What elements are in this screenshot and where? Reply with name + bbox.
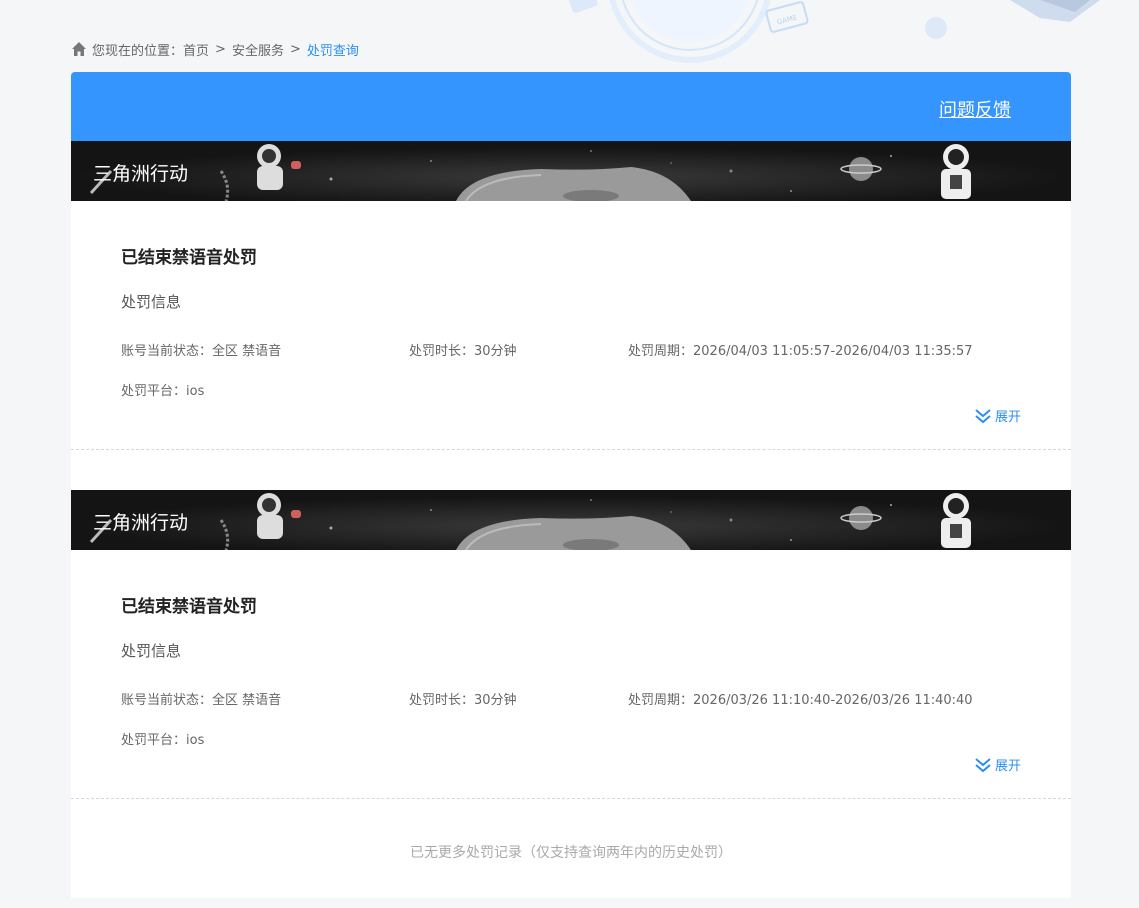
game-name: 三角洲行动 bbox=[93, 512, 189, 534]
penalty-duration: 处罚时长：30分钟 bbox=[409, 693, 517, 708]
account-status: 账号当前状态：全区 禁语音 bbox=[121, 344, 282, 359]
account-status: 账号当前状态：全区 禁语音 bbox=[121, 693, 282, 708]
breadcrumb-prefix: 您现在的位置： bbox=[92, 43, 184, 59]
home-icon bbox=[72, 42, 86, 56]
penalty-duration: 处罚时长：30分钟 bbox=[409, 344, 517, 359]
record-body: 已结束禁语音处罚 处罚信息 账号当前状态：全区 禁语音 处罚时长：30分钟 处罚… bbox=[71, 550, 1071, 799]
space-artwork bbox=[71, 490, 1071, 550]
penalty-platform: 处罚平台：ios bbox=[121, 733, 205, 748]
expand-label: 展开 bbox=[994, 759, 1021, 774]
record-title: 已结束禁语音处罚 bbox=[121, 248, 257, 268]
penalty-panel: 问题反馈 三角洲行动 已结束禁语音处罚 处罚信息 账号当前状态：全区 禁语音 处… bbox=[71, 72, 1071, 898]
breadcrumb-separator: > bbox=[215, 41, 226, 57]
game-banner: 三角洲行动 bbox=[71, 490, 1071, 550]
breadcrumb-home[interactable]: 首页 bbox=[183, 40, 209, 59]
penalty-record: 三角洲行动 已结束禁语音处罚 处罚信息 账号当前状态：全区 禁语音 处罚时长：3… bbox=[71, 490, 1071, 799]
record-title: 已结束禁语音处罚 bbox=[121, 597, 257, 617]
section-title: 处罚信息 bbox=[121, 642, 182, 660]
expand-button[interactable]: 展开 bbox=[974, 755, 1021, 774]
expand-label: 展开 bbox=[994, 410, 1021, 425]
breadcrumb-separator: > bbox=[289, 41, 301, 57]
double-chevron-down-icon bbox=[975, 757, 991, 772]
game-banner: 三角洲行动 bbox=[71, 141, 1071, 201]
no-more-records-note: 已无更多处罚记录（仅支持查询两年内的历史处罚） bbox=[410, 845, 732, 861]
breadcrumb: 您现在的位置： 首页 > 安全服务 > 处罚查询 bbox=[71, 39, 359, 59]
penalty-record: 三角洲行动 已结束禁语音处罚 处罚信息 账号当前状态：全区 禁语音 处罚时长：3… bbox=[71, 141, 1071, 450]
penalty-platform: 处罚平台：ios bbox=[121, 384, 205, 399]
panel-header: 问题反馈 bbox=[71, 72, 1071, 141]
space-artwork bbox=[71, 141, 1071, 201]
svg-text:GAME: GAME bbox=[776, 14, 798, 27]
double-chevron-down-icon bbox=[975, 408, 991, 423]
penalty-period: 处罚周期：2026/03/26 11:10:40-2026/03/26 11:4… bbox=[628, 693, 973, 708]
expand-button[interactable]: 展开 bbox=[974, 406, 1021, 425]
record-body: 已结束禁语音处罚 处罚信息 账号当前状态：全区 禁语音 处罚时长：30分钟 处罚… bbox=[71, 201, 1071, 450]
record-spacer bbox=[71, 450, 1071, 490]
breadcrumb-current: 处罚查询 bbox=[306, 43, 359, 59]
penalty-period: 处罚周期：2026/04/03 11:05:57-2026/04/03 11:3… bbox=[628, 344, 973, 359]
feedback-link[interactable]: 问题反馈 bbox=[939, 96, 1011, 122]
breadcrumb-security-services[interactable]: 安全服务 bbox=[232, 40, 284, 59]
section-title: 处罚信息 bbox=[121, 293, 182, 311]
game-name: 三角洲行动 bbox=[93, 163, 189, 185]
